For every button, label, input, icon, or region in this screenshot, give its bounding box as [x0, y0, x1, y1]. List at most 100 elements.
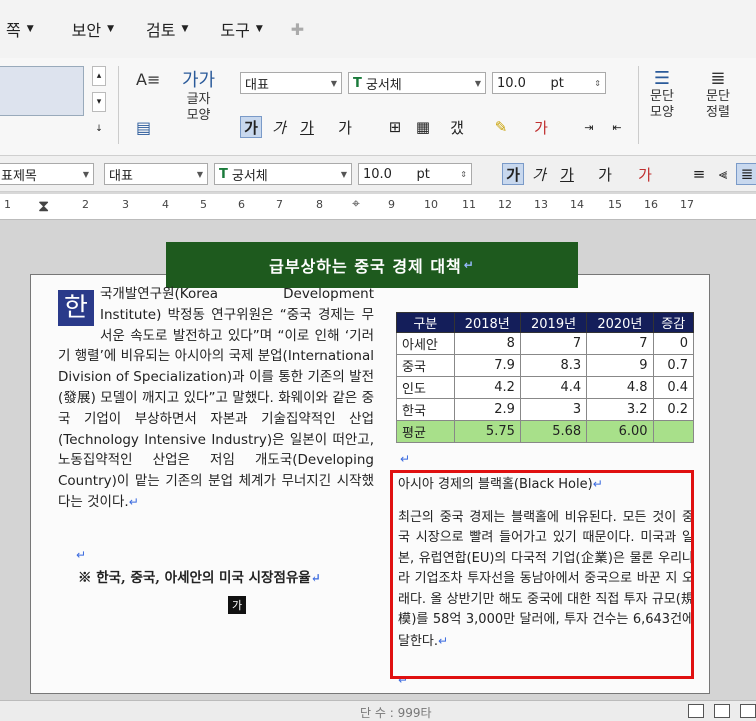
- menu-security[interactable]: 보안 ▼: [72, 17, 132, 41]
- underline-button-2[interactable]: 가: [556, 163, 578, 185]
- gallery-more-button[interactable]: ↓: [92, 120, 106, 140]
- table-cell[interactable]: 9: [586, 354, 654, 377]
- table-row: 중국 7.9 8.3 9 0.7: [396, 354, 695, 377]
- font-color-icon[interactable]: 가: [530, 116, 552, 138]
- divider: [118, 66, 119, 144]
- add-style-icon[interactable]: A≡: [136, 70, 160, 89]
- align-justify-icon[interactable]: ≡: [688, 163, 710, 185]
- lang-combo-2[interactable]: 대표 ▼: [104, 163, 208, 185]
- style-gallery[interactable]: [0, 66, 84, 116]
- stepper-icon[interactable]: ⇕: [594, 79, 601, 88]
- left-column-text: 한 국개발연구원(Korea Development Institute) 박정…: [58, 284, 374, 513]
- chevron-down-icon: ▼: [26, 24, 34, 34]
- gallery-up-button[interactable]: ▴: [92, 66, 106, 86]
- table-cell[interactable]: 평균: [396, 420, 455, 443]
- strike-button[interactable]: 가: [334, 116, 356, 138]
- style-icon[interactable]: ▤: [136, 118, 151, 137]
- stepper-icon[interactable]: ⇕: [460, 170, 467, 179]
- return-mark-icon: ↵: [463, 258, 475, 272]
- table-cell[interactable]: 2.9: [453, 398, 521, 421]
- menu-page[interactable]: 쪽 ▼: [6, 17, 52, 41]
- underline-button[interactable]: 가: [296, 116, 318, 138]
- table-cell[interactable]: 4.8: [586, 376, 654, 399]
- table-cell[interactable]: 0.2: [652, 398, 695, 421]
- table-cell[interactable]: 6.00: [586, 420, 654, 443]
- chevron-down-icon: ▼: [196, 169, 203, 179]
- char-shape-button[interactable]: 가가 글자 모양: [182, 66, 215, 124]
- border-icon[interactable]: ⊞: [384, 116, 406, 138]
- font-color-icon-2[interactable]: 가: [634, 163, 656, 185]
- font-combo[interactable]: T 궁서체 ▼: [348, 72, 486, 94]
- tab-marker-icon[interactable]: ⌖: [352, 196, 360, 212]
- lang-combo-2-value: 대표: [109, 168, 133, 184]
- view-page-icon[interactable]: [714, 704, 730, 718]
- ruler-number: 2: [82, 198, 89, 211]
- spacing-wide-icon[interactable]: ⇤: [606, 116, 628, 138]
- gaga-icon: 가가: [182, 70, 216, 91]
- menu-review[interactable]: 검토 ▼: [146, 17, 206, 41]
- strike-button-2[interactable]: 가: [594, 163, 616, 185]
- bold-button-2[interactable]: 가: [502, 163, 524, 185]
- document-title: 급부상하는 중국 경제 대책 ↵: [166, 242, 578, 288]
- italic-button[interactable]: 가: [268, 116, 290, 138]
- para-align-label: 문단 정렬: [706, 89, 730, 120]
- align-center-icon[interactable]: ≣: [736, 163, 756, 185]
- table-cell[interactable]: 아세안: [396, 332, 455, 355]
- ruler-number: 8: [316, 198, 323, 211]
- view-web-icon[interactable]: [740, 704, 756, 718]
- table-cell[interactable]: [652, 420, 695, 443]
- table-cell[interactable]: 8: [453, 332, 521, 355]
- table-row: 인도 4.2 4.4 4.8 0.4: [396, 376, 695, 399]
- table-cell[interactable]: 중국: [396, 354, 455, 377]
- table-cell[interactable]: 7: [586, 332, 654, 355]
- table-cell[interactable]: 0: [652, 332, 695, 355]
- table-cell[interactable]: 5.68: [519, 420, 588, 443]
- table-cell[interactable]: 3: [519, 398, 588, 421]
- lang-combo[interactable]: 대표 ▼: [240, 72, 342, 94]
- indent-marker-icon[interactable]: ⧗: [38, 196, 49, 216]
- spacing-narrow-icon[interactable]: ⇥: [578, 116, 600, 138]
- table-cell[interactable]: 7.9: [453, 354, 521, 377]
- style-name-combo[interactable]: 표제목 ▼: [0, 163, 94, 185]
- return-mark-icon: ↵: [128, 494, 139, 509]
- size-combo-2[interactable]: 10.0 pt ⇕: [358, 163, 472, 185]
- share-table[interactable]: 구분 2018년 2019년 2020년 증감 아세안 8 7 7 0 중국 7…: [396, 312, 695, 443]
- para-shape-button[interactable]: ☰ 문단 모양: [650, 68, 674, 121]
- table-cell[interactable]: 한국: [396, 398, 455, 421]
- table-cell[interactable]: 0.4: [652, 376, 695, 399]
- menu-tools-label: 도구: [220, 21, 250, 40]
- table-cell[interactable]: 8.3: [519, 354, 588, 377]
- ruler-number: 4: [162, 198, 169, 211]
- style-name-value: 표제목: [1, 168, 37, 184]
- view-normal-icon[interactable]: [688, 704, 704, 718]
- menu-page-label: 쪽: [6, 21, 21, 40]
- puzzle-icon[interactable]: ✚: [291, 20, 304, 39]
- table-cell[interactable]: 0.7: [652, 354, 695, 377]
- table-cell[interactable]: 인도: [396, 376, 455, 399]
- bold-button[interactable]: 가: [240, 116, 262, 138]
- menu-tools[interactable]: 도구 ▼: [220, 17, 280, 41]
- table-header: 2019년: [519, 312, 588, 333]
- left-paragraph: 국개발연구원(Korea Development Institute) 박정동 …: [58, 286, 374, 510]
- font-combo-2[interactable]: T 궁서체 ▼: [214, 163, 352, 185]
- cursor-char-mark: 가: [228, 596, 246, 614]
- table-header: 2020년: [586, 312, 654, 333]
- shade-icon[interactable]: ▦: [412, 116, 434, 138]
- horizontal-ruler[interactable]: 1 ⧗ 2 3 4 5 6 7 8 ⌖ 9 10 11 12 13 14 15 …: [0, 194, 756, 220]
- table-cell[interactable]: 3.2: [586, 398, 654, 421]
- italic-button-2[interactable]: 가: [528, 163, 550, 185]
- text-border-icon[interactable]: 갰: [446, 116, 468, 138]
- align-left-icon[interactable]: ⫷: [712, 163, 734, 185]
- menu-review-label: 검토: [146, 21, 176, 40]
- table-cell[interactable]: 7: [519, 332, 588, 355]
- ruler-number: 5: [200, 198, 207, 211]
- table-cell[interactable]: 5.75: [453, 420, 521, 443]
- table-cell[interactable]: 4.4: [519, 376, 588, 399]
- table-cell[interactable]: 4.2: [453, 376, 521, 399]
- ruler-number: 9: [388, 198, 395, 211]
- gallery-down-button[interactable]: ▾: [92, 92, 106, 112]
- para-align-button[interactable]: ≣ 문단 정렬: [706, 68, 730, 121]
- highlighter-icon[interactable]: ✎: [490, 116, 512, 138]
- table-header: 2018년: [453, 312, 521, 333]
- size-combo[interactable]: 10.0 pt ⇕: [492, 72, 606, 94]
